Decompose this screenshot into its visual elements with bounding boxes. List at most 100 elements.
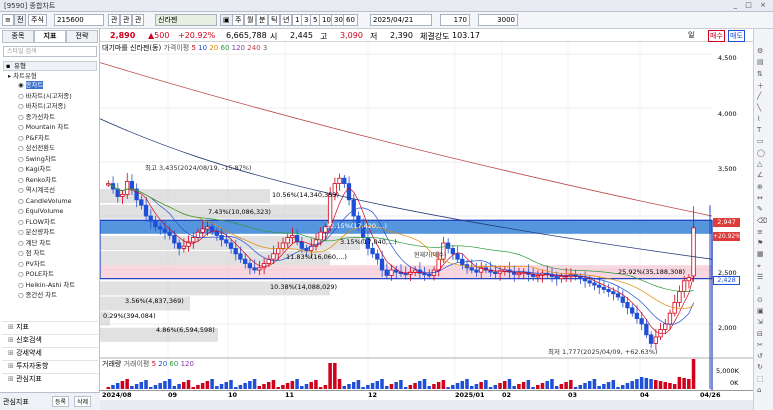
tab-strategy[interactable]: 전략 — [66, 30, 98, 43]
window-controls[interactable]: _ □ × — [734, 1, 769, 9]
section-item[interactable]: ⊞ 투자자동향 — [2, 360, 98, 372]
tool-icon[interactable]: ╱ — [757, 92, 761, 100]
chart-type-item[interactable]: ○ 종간선 차트 — [18, 291, 57, 300]
chart-type-item[interactable]: ○ P&F차트 — [18, 134, 50, 143]
section-item[interactable]: ⊞ 관심지표 — [2, 373, 98, 385]
chart-type-item[interactable]: ○ 삼선전환도 — [18, 144, 55, 153]
radio-icon[interactable]: ○ — [18, 281, 26, 289]
tool-icon[interactable]: ↺ — [757, 352, 763, 360]
chart-type-item[interactable]: ○ 바차트(고저종) — [18, 102, 66, 111]
tool-icon[interactable]: ⊕ — [757, 183, 763, 191]
tool-icon[interactable]: ↔ — [757, 194, 763, 202]
chart-type-item[interactable]: ○ 점 차트 — [18, 249, 45, 258]
chart-type-item[interactable]: ○ PV차트 — [18, 260, 46, 269]
tab-stocks[interactable]: 종목 — [2, 30, 34, 43]
tool-icon[interactable]: ✂ — [757, 341, 763, 349]
tool-icon[interactable]: ⌕ — [757, 284, 761, 293]
tab-indicators[interactable]: 지표 — [34, 30, 66, 43]
tool-icon[interactable]: ⊟ — [757, 330, 763, 338]
tool-icon[interactable]: ⚙ — [757, 47, 763, 55]
tool-icon[interactable]: T — [757, 126, 761, 134]
tool-icon[interactable]: ＋ — [757, 81, 764, 91]
radio-icon[interactable]: ○ — [18, 92, 26, 100]
radio-icon[interactable]: ○ — [18, 239, 26, 247]
radio-icon[interactable]: ○ — [18, 207, 26, 215]
bottom-tab-favorites[interactable]: 관심지표 — [3, 397, 29, 407]
tool-icon[interactable]: ▭ — [757, 137, 764, 145]
tool-icon[interactable]: ⇅ — [757, 70, 763, 78]
period-tick[interactable]: 틱 — [268, 14, 281, 26]
radio-icon[interactable]: ○ — [18, 270, 26, 278]
tool-icon[interactable]: ⌖ — [757, 262, 761, 271]
tool-icon[interactable]: ⇲ — [757, 318, 763, 326]
chart-type-item[interactable]: ○ POLE차트 — [18, 270, 54, 279]
radio-icon[interactable]: ○ — [18, 102, 26, 110]
radio-icon[interactable]: ○ — [18, 176, 26, 184]
buy-button[interactable]: 매수 — [708, 30, 725, 42]
chart-type-item[interactable]: ○ 역시계곡선 — [18, 186, 55, 195]
tool-icon[interactable]: ⊙ — [757, 296, 763, 304]
tool-icon[interactable]: ⚑ — [757, 239, 763, 247]
period-month[interactable]: 월 — [244, 14, 257, 26]
tool-icon[interactable]: ⌫ — [757, 217, 767, 225]
radio-icon[interactable]: ○ — [18, 218, 26, 226]
tab-price[interactable]: 전 — [14, 14, 27, 26]
radio-icon[interactable]: ○ — [18, 113, 26, 121]
chart-type-item[interactable]: ○ Renko차트 — [18, 176, 57, 185]
radio-icon[interactable]: ○ — [18, 228, 26, 236]
period-icon[interactable]: ▣ — [220, 14, 233, 26]
section-item[interactable]: ⊞ 신호검색 — [2, 334, 98, 346]
section-item[interactable]: ⊞ 강세약세 — [2, 347, 98, 359]
menu-icon[interactable]: ≡ — [2, 14, 14, 26]
section-item[interactable]: ⊞ 지표 — [2, 321, 98, 333]
tool-icon[interactable]: ╲ — [757, 104, 761, 112]
count-input[interactable]: 170 — [440, 14, 470, 26]
date-input[interactable]: 2025/04/21 — [370, 14, 432, 26]
radio-icon[interactable]: ◉ — [18, 81, 26, 89]
tool-icon[interactable]: ↻ — [757, 363, 763, 371]
radio-icon[interactable]: ○ — [18, 165, 26, 173]
period-button-3[interactable]: 관 — [132, 14, 145, 26]
period-button-2[interactable]: 관 — [120, 14, 133, 26]
tool-icon[interactable]: ≡ — [757, 228, 763, 236]
chart-type-item[interactable]: ○ Heikin-Ashi 차트 — [18, 281, 75, 290]
period-button-1[interactable]: 관 — [108, 14, 121, 26]
chart-type-item[interactable]: ○ FLOW차트 — [18, 218, 56, 227]
radio-icon[interactable]: ○ — [18, 134, 26, 142]
tool-icon[interactable]: ∠ — [757, 171, 763, 179]
chart-type-item[interactable]: ○ 계단 차트 — [18, 239, 51, 248]
sell-button[interactable]: 매도 — [728, 30, 745, 42]
radio-icon[interactable]: ○ — [18, 291, 26, 299]
radio-icon[interactable]: ○ — [18, 249, 26, 257]
period-year[interactable]: 년 — [280, 14, 293, 26]
radio-icon[interactable]: ○ — [18, 123, 26, 131]
tool-icon[interactable]: ⌂ — [757, 386, 761, 394]
max-count-input[interactable]: 3000 — [478, 14, 518, 26]
tool-icon[interactable]: ▤ — [757, 58, 764, 66]
tool-icon[interactable]: ⬚ — [757, 375, 764, 383]
tool-icon[interactable]: ⌇ — [757, 115, 760, 123]
chart-type-item[interactable]: ○ 바차트(시고저종) — [18, 92, 72, 101]
tool-icon[interactable]: ▣ — [757, 307, 764, 315]
radio-icon[interactable]: ○ — [18, 144, 26, 152]
subgroup-chart-types[interactable]: ▸ 차트유형 — [8, 72, 37, 81]
tool-icon[interactable]: ☰ — [757, 273, 763, 281]
register-button[interactable]: 등록 — [52, 396, 70, 407]
search-input[interactable]: 스타일 검색 — [3, 46, 97, 57]
chart-type-item[interactable]: ◉ 봉차트 — [18, 81, 44, 90]
tool-icon[interactable]: △ — [757, 160, 762, 168]
tool-icon[interactable]: ▦ — [757, 250, 764, 258]
period-60[interactable]: 60 — [343, 14, 358, 26]
chart-type-item[interactable]: ○ 종가선차트 — [18, 113, 55, 122]
group-header[interactable]: ▪ 유형 — [3, 61, 97, 71]
delete-button[interactable]: 삭제 — [74, 396, 92, 407]
period-min[interactable]: 분 — [256, 14, 269, 26]
chart-type-item[interactable]: ○ CandleVolume — [18, 197, 72, 206]
chart-type-item[interactable]: ○ EquiVolume — [18, 207, 63, 216]
chart-type-item[interactable]: ○ Mountain 차트 — [18, 123, 69, 132]
radio-icon[interactable]: ○ — [18, 186, 26, 194]
chart-type-item[interactable]: ○ 분산량차트 — [18, 228, 55, 237]
price-chart[interactable] — [99, 42, 753, 390]
period-daily[interactable]: 일 — [688, 30, 694, 40]
period-week[interactable]: 주 — [232, 14, 245, 26]
